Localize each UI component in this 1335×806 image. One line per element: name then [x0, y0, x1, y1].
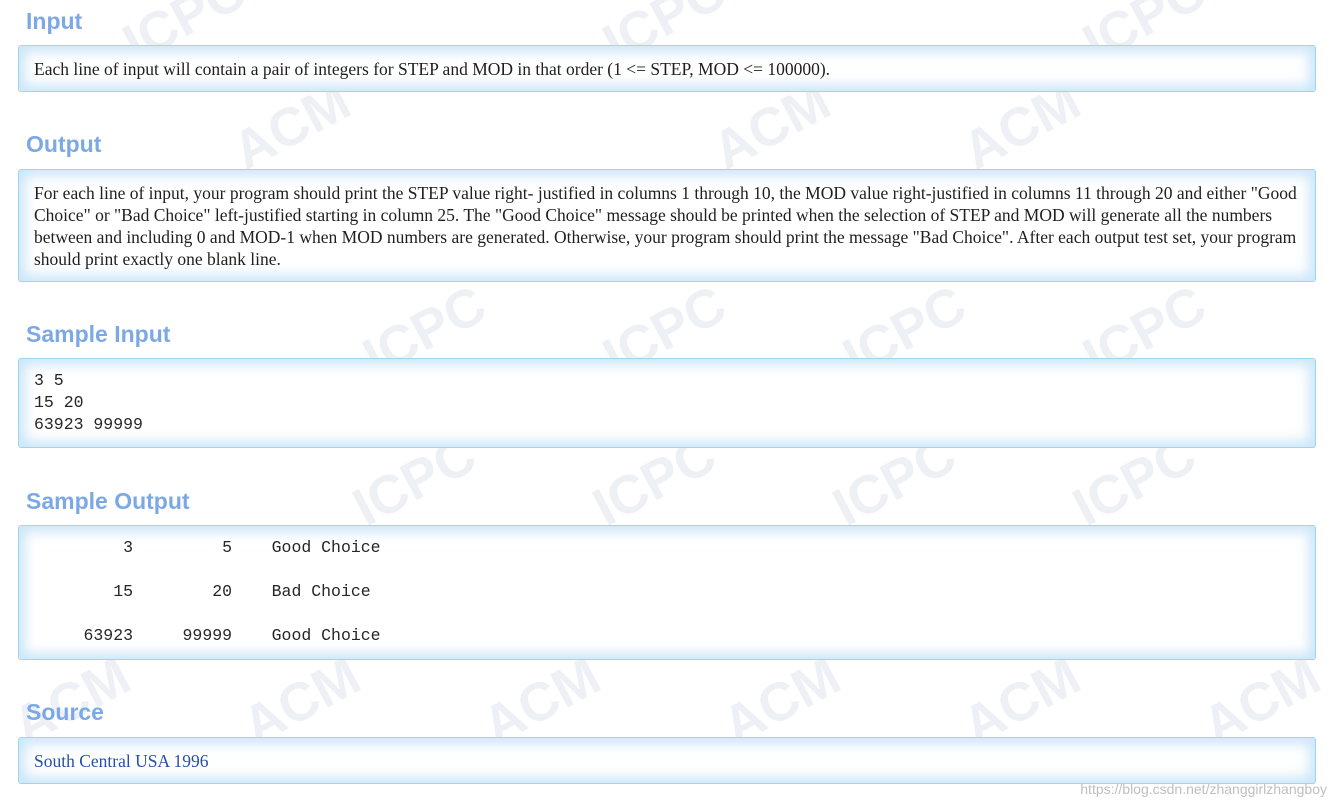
sample-output-line: 15 20 Bad Choice	[34, 582, 371, 601]
output-panel: For each line of input, your program sho…	[18, 169, 1316, 282]
input-panel: Each line of input will contain a pair o…	[18, 45, 1316, 92]
input-heading: Input	[26, 8, 83, 34]
sample-output-line: 3 5 Good Choice	[34, 538, 381, 557]
sample-input-line: 15 20	[34, 393, 84, 412]
source-heading: Source	[26, 699, 104, 725]
problem-page: Input Each line of input will contain a …	[0, 0, 1335, 806]
sample-input-line: 3 5	[34, 371, 64, 390]
sample-output-panel: 3 5 Good Choice 15 20 Bad Choice 63923 9…	[18, 525, 1316, 660]
source-panel: South Central USA 1996	[18, 737, 1316, 784]
blog-watermark-url: https://blog.csdn.net/zhanggirlzhangboy	[1080, 781, 1327, 797]
source-link[interactable]: South Central USA 1996	[34, 751, 209, 771]
output-heading: Output	[26, 131, 102, 157]
output-description: For each line of input, your program sho…	[34, 183, 1297, 269]
sample-input-panel: 3 5 15 20 63923 99999	[18, 358, 1316, 448]
sample-output-line: 63923 99999 Good Choice	[34, 626, 381, 645]
sample-input-heading: Sample Input	[26, 321, 171, 347]
sample-output-heading: Sample Output	[26, 488, 190, 514]
input-description: Each line of input will contain a pair o…	[34, 59, 831, 79]
sample-input-line: 63923 99999	[34, 415, 143, 434]
